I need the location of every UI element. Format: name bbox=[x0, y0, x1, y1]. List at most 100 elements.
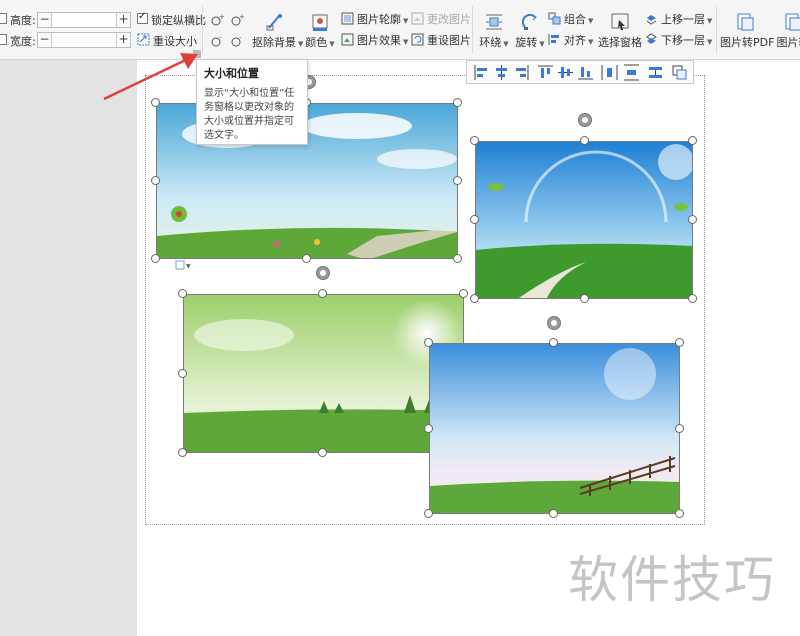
picture-1-handle-bm[interactable] bbox=[302, 254, 311, 263]
picture-3-handle-tr[interactable] bbox=[459, 289, 468, 298]
picture-1-handle-mr[interactable] bbox=[453, 176, 462, 185]
group-button[interactable]: 组合 ▼ bbox=[548, 12, 593, 28]
picture-outline-button[interactable]: 图片轮廓 ▼ bbox=[341, 12, 408, 28]
picture-4-rotate-handle[interactable] bbox=[547, 316, 561, 330]
align-middle-icon[interactable] bbox=[557, 64, 574, 81]
selection-pane-button[interactable]: 选择窗格 bbox=[598, 12, 642, 50]
height-checkbox-partial[interactable] bbox=[0, 13, 7, 24]
svg-text:-: - bbox=[219, 34, 222, 42]
wrap-label: 环绕 bbox=[479, 36, 502, 49]
picture-outline-label: 图片轮廓 bbox=[357, 13, 401, 26]
picture-4-handle-tm[interactable] bbox=[549, 338, 558, 347]
brightness-up-icon[interactable]: + bbox=[210, 13, 225, 27]
picture-2-handle-tl[interactable] bbox=[470, 136, 479, 145]
picture-effect-icon bbox=[341, 33, 354, 46]
distribute-horizontal-icon[interactable] bbox=[601, 64, 618, 81]
picture-3-rotate-handle[interactable] bbox=[316, 266, 330, 280]
picture-2-handle-tr[interactable] bbox=[688, 136, 697, 145]
align-center-icon[interactable] bbox=[493, 64, 510, 81]
picture-1-handle-br[interactable] bbox=[453, 254, 462, 263]
layout-options-icon[interactable]: ▼ bbox=[175, 260, 193, 270]
height-label: 高度: bbox=[10, 14, 36, 27]
picture-2-handle-br[interactable] bbox=[688, 294, 697, 303]
height-increase-button[interactable]: + bbox=[116, 13, 130, 27]
svg-text:+: + bbox=[219, 13, 224, 21]
width-checkbox-partial[interactable] bbox=[0, 34, 7, 45]
picture-3-handle-bl[interactable] bbox=[178, 448, 187, 457]
picture-4-sky-fence[interactable] bbox=[429, 343, 680, 514]
send-backward-button[interactable]: 下移一层 ▼ bbox=[645, 33, 712, 49]
change-picture-button[interactable]: 更改图片 bbox=[411, 12, 471, 28]
bring-forward-label: 上移一层 bbox=[661, 13, 705, 26]
contrast-up-icon[interactable]: + bbox=[230, 13, 245, 27]
picture-effect-button[interactable]: 图片效果 ▼ bbox=[341, 33, 408, 49]
change-picture-icon bbox=[411, 12, 424, 25]
align-bottom-icon[interactable] bbox=[577, 64, 594, 81]
wrap-button[interactable]: 环绕 ▼ bbox=[478, 12, 510, 50]
picture-2-handle-bm[interactable] bbox=[580, 294, 589, 303]
picture-convert-icon bbox=[785, 13, 800, 31]
picture-2-rotate-handle[interactable] bbox=[578, 113, 592, 127]
picture-2-handle-bl[interactable] bbox=[470, 294, 479, 303]
color-button[interactable]: 颜色 ▼ bbox=[304, 12, 336, 50]
width-decrease-button[interactable]: − bbox=[38, 33, 52, 47]
tooltip-title: 大小和位置 bbox=[204, 67, 259, 80]
selection-pane-label: 选择窗格 bbox=[598, 36, 642, 49]
picture-2-rainbow-road[interactable] bbox=[475, 141, 693, 299]
wrap-icon bbox=[486, 14, 502, 30]
picture-3-handle-tl[interactable] bbox=[178, 289, 187, 298]
svg-text:+: + bbox=[239, 13, 244, 21]
align-more-icon[interactable] bbox=[671, 64, 688, 81]
picture-3-handle-tm[interactable] bbox=[318, 289, 327, 298]
picture-to-pdf-button[interactable]: 图片转PDF bbox=[720, 12, 774, 50]
picture-4-handle-bm[interactable] bbox=[549, 509, 558, 518]
rotate-button[interactable]: 旋转 ▼ bbox=[514, 12, 546, 50]
lock-ratio-checkbox[interactable] bbox=[137, 11, 148, 24]
picture-1-handle-ml[interactable] bbox=[151, 176, 160, 185]
height-decrease-button[interactable]: − bbox=[38, 13, 52, 27]
send-backward-label: 下移一层 bbox=[661, 34, 705, 47]
picture-1-handle-tr[interactable] bbox=[453, 98, 462, 107]
picture-4-handle-mr[interactable] bbox=[675, 424, 684, 433]
picture-3-handle-ml[interactable] bbox=[178, 369, 187, 378]
picture-4-image bbox=[430, 344, 679, 513]
picture-4-handle-tr[interactable] bbox=[675, 338, 684, 347]
picture-2-handle-mr[interactable] bbox=[688, 215, 697, 224]
brightness-down-icon[interactable]: - bbox=[210, 34, 224, 48]
picture-4-handle-bl[interactable] bbox=[424, 509, 433, 518]
group-label: 组合 bbox=[564, 13, 586, 26]
reset-picture-button[interactable]: 重设图片 bbox=[411, 33, 471, 49]
picture-2-handle-ml[interactable] bbox=[470, 215, 479, 224]
align-right-icon[interactable] bbox=[513, 64, 530, 81]
lock-ratio-label: 锁定纵横比 bbox=[151, 14, 206, 27]
distribute-vertical-icon[interactable] bbox=[623, 64, 640, 81]
remove-background-button[interactable]: 抠除背景 ▼ bbox=[252, 12, 303, 50]
align-button[interactable]: 对齐 ▼ bbox=[548, 33, 593, 49]
contrast-down-icon[interactable]: - bbox=[230, 34, 244, 48]
tooltip-body: 显示“大小和位置”任务窗格以更改对象的大小或位置并指定可选文字。 bbox=[204, 88, 295, 141]
picture-1-handle-bl[interactable] bbox=[151, 254, 160, 263]
send-backward-icon bbox=[646, 33, 657, 44]
remove-background-label: 抠除背景 bbox=[252, 36, 296, 49]
picture-3-handle-bm[interactable] bbox=[318, 448, 327, 457]
picture-convert-button[interactable]: 图片转 bbox=[773, 12, 800, 50]
picture-2-handle-tm[interactable] bbox=[580, 136, 589, 145]
reset-picture-label: 重设图片 bbox=[427, 34, 471, 47]
height-stepper[interactable]: − + bbox=[37, 12, 131, 28]
align-left-icon[interactable] bbox=[473, 64, 490, 81]
align-label: 对齐 bbox=[564, 34, 586, 47]
equal-spacing-icon[interactable] bbox=[647, 64, 664, 81]
annotation-arrow-icon bbox=[103, 53, 198, 101]
group-icon bbox=[548, 12, 561, 25]
picture-4-handle-ml[interactable] bbox=[424, 424, 433, 433]
svg-text:▼: ▼ bbox=[186, 263, 191, 270]
picture-3-green-field[interactable] bbox=[183, 294, 464, 453]
color-label: 颜色 bbox=[305, 36, 328, 49]
width-label: 宽度: bbox=[10, 35, 36, 48]
bring-forward-button[interactable]: 上移一层 ▼ bbox=[645, 12, 712, 28]
picture-4-handle-tl[interactable] bbox=[424, 338, 433, 347]
align-icon bbox=[548, 34, 559, 45]
align-top-icon[interactable] bbox=[537, 64, 554, 81]
picture-outline-icon bbox=[341, 12, 354, 25]
picture-4-handle-br[interactable] bbox=[675, 509, 684, 518]
